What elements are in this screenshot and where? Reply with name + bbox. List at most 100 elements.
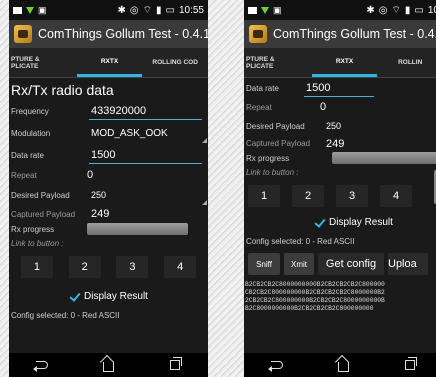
recents-button[interactable] <box>395 355 425 375</box>
desired-payload-label: Desired Payload <box>246 121 305 131</box>
repeat-row: Repeat 0 <box>244 98 436 116</box>
right-phone-screenshot: ▣ ✱ ◎ ⌔ ▮ ▭ 10 ComThings Gollum Test - 0… <box>244 0 436 377</box>
recents-icon <box>169 357 182 370</box>
rx-progress-label: Rx progress <box>246 153 290 163</box>
app-icon <box>249 25 267 43</box>
link-button-2[interactable]: 2 <box>68 256 101 278</box>
back-icon <box>33 361 49 372</box>
display-result-checkbox[interactable]: Display Result <box>244 211 436 233</box>
link-button-3[interactable]: 3 <box>336 185 368 207</box>
hex-line: 2CB2CB2C800000000B2CB2CB2C8000000000B <box>245 297 385 304</box>
battery-icon: ▭ <box>414 4 424 16</box>
captured-payload-row: Captured Payload 249 <box>9 206 208 222</box>
sniff-button[interactable]: Sniff <box>248 253 280 275</box>
tab-rolling-code[interactable]: ROLLIN <box>377 48 436 77</box>
display-result-checkbox[interactable]: Display Result <box>9 285 208 307</box>
link-button-1[interactable]: 1 <box>248 185 280 207</box>
config-selected: Config selected: 0 - Red ASCII <box>246 236 355 246</box>
link-buttons: 1 2 3 4 <box>9 250 208 278</box>
rx-progress-row: Rx progress <box>9 222 208 236</box>
bluetooth-icon: ✱ <box>117 4 126 16</box>
link-button-1[interactable]: 1 <box>20 256 53 278</box>
modulation-select[interactable]: MOD_ASK_OOK <box>89 122 208 144</box>
nav-bar <box>9 353 208 377</box>
frequency-field[interactable]: 433920000 <box>89 103 202 120</box>
hex-line: B2CB2CB2C8000000000B2CB2CB2CB2C800000 <box>245 281 385 288</box>
datarate-field[interactable]: 1500 <box>89 147 202 164</box>
back-button[interactable] <box>27 355 57 375</box>
link-button-3[interactable]: 3 <box>116 256 149 278</box>
home-button[interactable] <box>328 355 358 375</box>
desired-payload-select[interactable]: 250 <box>324 116 436 136</box>
signal-icon: ▮ <box>156 4 162 16</box>
home-icon <box>337 361 349 372</box>
frequency-row: Frequency 433920000 <box>9 100 208 122</box>
checkmark-icon <box>314 217 325 228</box>
datarate-label: Data rate <box>11 150 44 160</box>
desired-payload-select[interactable]: 250 <box>89 184 208 206</box>
repeat-value[interactable]: 0 <box>304 98 436 116</box>
tab-rxtx[interactable]: RXTX <box>76 48 143 77</box>
link-buttons: 1 2 3 4 <box>244 179 436 207</box>
frequency-label: Frequency <box>11 106 49 116</box>
tab-rolling-code[interactable]: ROLLING COD <box>142 48 208 77</box>
tab-bar: PTURE & PLICATE RXTX ROLLIN <box>244 48 436 78</box>
nfc-icon: ◎ <box>129 4 139 16</box>
app-icon <box>14 25 32 43</box>
tab-capture-duplicate[interactable]: PTURE & PLICATE <box>9 48 77 77</box>
modulation-label: Modulation <box>11 128 51 138</box>
tab-rxtx[interactable]: RXTX <box>311 48 378 77</box>
nav-bar <box>244 353 436 377</box>
link-to-button-label: Link to button : <box>11 238 64 248</box>
hex-line: B2C8000000000B2CB2CB2CB2C800000000 <box>245 305 374 312</box>
tab-capture-duplicate[interactable]: PTURE & PLICATE <box>244 48 312 77</box>
config-selected: Config selected: 0 - Red ASCII <box>11 310 120 320</box>
checkmark-icon <box>69 291 80 302</box>
home-button[interactable] <box>93 355 123 375</box>
captured-payload-value: 249 <box>326 137 345 150</box>
app-bar: ComThings Gollum Test - 0.4.1 <box>244 20 436 48</box>
notification-icon <box>13 6 22 14</box>
clock-time: 10:55 <box>178 4 204 16</box>
desired-payload-row: Desired Payload 250 <box>244 116 436 136</box>
display-result-label: Display Result <box>84 290 148 302</box>
app-bar: ComThings Gollum Test - 0.4.1 <box>9 20 208 48</box>
back-icon <box>268 361 284 372</box>
status-bar: ▣ ✱ ◎ ⌔ ▮ ▭ 10 <box>244 0 436 20</box>
link-button-2[interactable]: 2 <box>292 185 324 207</box>
repeat-row: Repeat 0 <box>9 166 208 184</box>
rxtx-panel: Rx/Tx radio data Frequency 433920000 Mod… <box>9 78 208 323</box>
link-button-4[interactable]: 4 <box>164 256 197 278</box>
rx-progress-bar <box>332 152 436 164</box>
wifi-icon: ⌔ <box>391 4 401 16</box>
recents-icon <box>404 357 417 370</box>
link-button-4[interactable]: 4 <box>380 185 412 207</box>
bluetooth-icon: ✱ <box>366 4 375 16</box>
xmit-button[interactable]: Xmit <box>284 253 314 275</box>
back-button[interactable] <box>262 355 292 375</box>
captured-payload-row: Captured Payload 249 <box>244 136 436 151</box>
datarate-field[interactable]: 1500 <box>304 80 374 97</box>
action-buttons: Sniff Xmit Get config Uploa <box>244 249 436 279</box>
app-title: ComThings Gollum Test - 0.4.1 <box>38 27 208 41</box>
rxtx-panel: Data rate 1500 Repeat 0 Desired Payload … <box>244 78 436 313</box>
hex-line: CB2CB2C800000000B2CB2CB2CB2C8000000B2 <box>245 289 385 296</box>
get-config-button[interactable]: Get config <box>318 253 384 275</box>
wifi-icon: ⌔ <box>142 4 152 16</box>
datarate-row: Data rate 1500 <box>244 78 436 98</box>
display-result-label: Display Result <box>329 216 393 228</box>
desired-payload-row: Desired Payload 250 <box>9 184 208 206</box>
desired-payload-label: Desired Payload <box>11 190 70 200</box>
status-bar: ▣ ✱ ◎ ⌔ ▮ ▭ 10:55 <box>9 0 208 20</box>
notification-icon <box>248 6 257 14</box>
modulation-row: Modulation MOD_ASK_OOK <box>9 122 208 144</box>
link-to-button-label: Link to button : <box>246 167 299 177</box>
clock-time: 10 <box>427 4 436 16</box>
upload-button[interactable]: Uploa <box>388 253 428 275</box>
repeat-value[interactable]: 0 <box>69 166 208 184</box>
captured-payload-label: Captured Payload <box>246 139 311 148</box>
recents-button[interactable] <box>160 355 190 375</box>
result-hex-output: B2CB2CB2C8000000000B2CB2CB2CB2C800000 CB… <box>244 279 436 313</box>
app-title: ComThings Gollum Test - 0.4.1 <box>273 27 436 41</box>
rx-progress-label: Rx progress <box>11 224 55 234</box>
